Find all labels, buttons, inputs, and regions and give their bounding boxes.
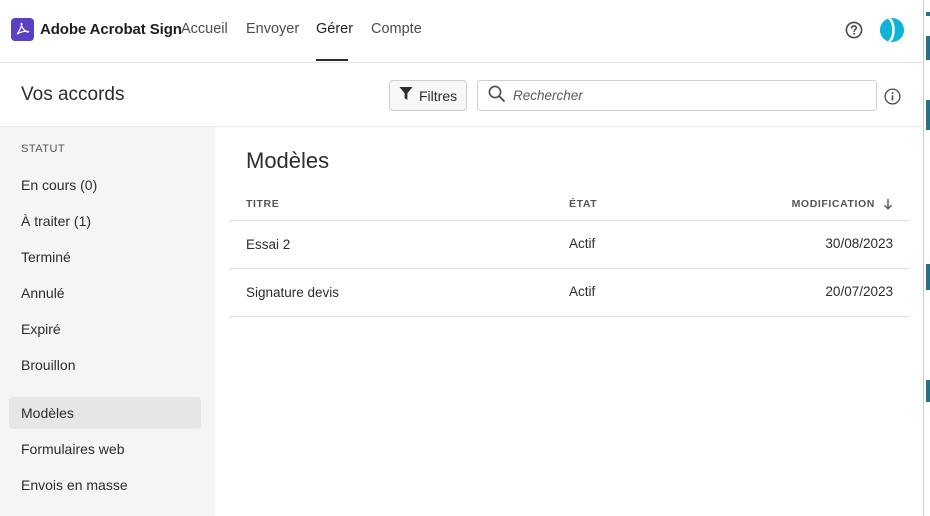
acrobat-logo-icon (11, 18, 34, 41)
sidebar-item-termine[interactable]: Terminé (9, 241, 201, 273)
question-circle-icon[interactable] (845, 21, 863, 39)
tab-envoyer[interactable]: Envoyer (246, 21, 299, 37)
search-box[interactable] (477, 80, 877, 111)
cell-title: Essai 2 (246, 237, 291, 252)
main-content: Modèles TITRE ÉTAT MODIFICATION Essai 2 (215, 127, 923, 516)
page-header: Vos accords Filtres (0, 63, 923, 127)
info-circle-icon[interactable] (884, 88, 901, 105)
avatar[interactable] (880, 18, 904, 42)
sidebar-item-label: Formulaires web (21, 441, 125, 457)
cell-title: Signature devis (246, 285, 340, 300)
sidebar-item-label: En cours (0) (21, 177, 98, 193)
filters-button[interactable]: Filtres (389, 80, 467, 111)
cell-modified: 30/08/2023 (825, 236, 893, 251)
table-header: TITRE ÉTAT MODIFICATION (229, 189, 909, 221)
arrow-down-icon (883, 198, 893, 210)
table-row[interactable]: Signature devis Actif 20/07/2023 (229, 269, 909, 317)
page-title: Vos accords (21, 84, 125, 105)
sidebar-heading-statut: STATUT (21, 143, 66, 155)
cell-modified: 20/07/2023 (825, 284, 893, 299)
tab-accueil[interactable]: Accueil (181, 21, 228, 37)
magnifier-icon (488, 85, 505, 107)
templates-table: TITRE ÉTAT MODIFICATION Essai 2 Actif 30… (229, 189, 909, 317)
search-input[interactable] (513, 88, 853, 103)
sidebar-item-label: Annulé (21, 285, 65, 301)
cell-state: Actif (569, 284, 596, 299)
sidebar-item-envois-en-masse[interactable]: Envois en masse (9, 469, 201, 501)
sidebar-item-label: Terminé (21, 249, 71, 265)
sidebar-item-brouillon[interactable]: Brouillon (9, 349, 201, 381)
adjacent-window-edge (923, 0, 930, 516)
sidebar-item-label: Expiré (21, 321, 61, 337)
sidebar-item-modeles[interactable]: Modèles (9, 397, 201, 429)
sidebar-item-formulaires-web[interactable]: Formulaires web (9, 433, 201, 465)
app-window: Adobe Acrobat Sign Accueil Envoyer Gérer… (0, 0, 930, 516)
top-navigation: Adobe Acrobat Sign Accueil Envoyer Gérer… (0, 0, 923, 63)
sidebar-item-expire[interactable]: Expiré (9, 313, 201, 345)
sidebar-item-label: À traiter (1) (21, 213, 92, 229)
sidebar-item-label: Envois en masse (21, 477, 128, 493)
column-header-etat[interactable]: ÉTAT (569, 198, 597, 210)
cell-state: Actif (569, 236, 596, 251)
sidebar-item-annule[interactable]: Annulé (9, 277, 201, 309)
tab-gerer[interactable]: Gérer (316, 21, 353, 37)
column-header-label: MODIFICATION (791, 198, 875, 210)
sidebar-item-label: Brouillon (21, 357, 76, 373)
filters-button-label: Filtres (419, 87, 458, 104)
column-header-titre[interactable]: TITRE (246, 198, 279, 210)
sidebar-item-a-traiter[interactable]: À traiter (1) (9, 205, 201, 237)
brand[interactable]: Adobe Acrobat Sign (11, 18, 182, 41)
column-header-modification[interactable]: MODIFICATION (792, 198, 893, 210)
table-row[interactable]: Essai 2 Actif 30/08/2023 (229, 221, 909, 269)
funnel-icon (399, 86, 413, 106)
sidebar-item-en-cours[interactable]: En cours (0) (9, 169, 201, 201)
brand-name: Adobe Acrobat Sign (40, 21, 182, 38)
active-tab-indicator (316, 59, 348, 61)
sidebar-item-label: Modèles (21, 405, 74, 421)
section-title: Modèles (246, 148, 330, 173)
sidebar: STATUT En cours (0) À traiter (1) Termin… (0, 127, 215, 516)
tab-compte[interactable]: Compte (371, 21, 422, 37)
